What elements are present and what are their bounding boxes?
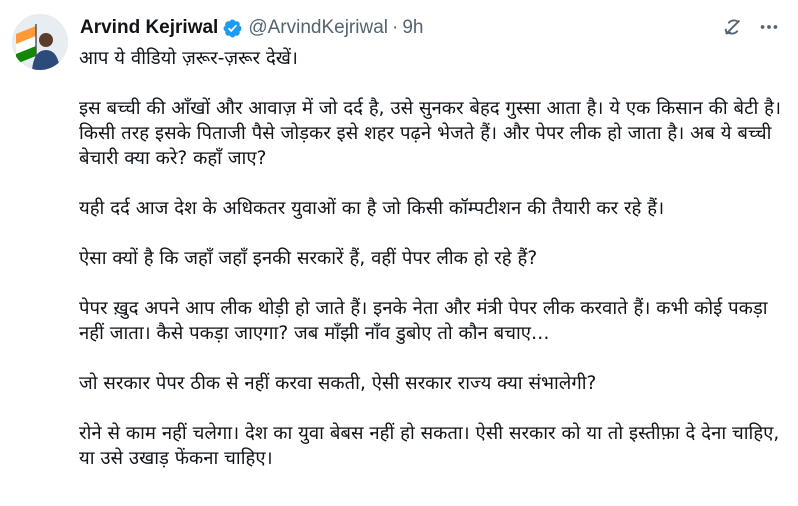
grok-icon[interactable] (722, 16, 744, 38)
tweet-header: Arvind Kejriwal @ArvindKejriwal · 9h (80, 16, 423, 40)
timestamp[interactable]: 9h (402, 17, 423, 39)
tweet-paragraph: पेपर ख़ुद अपने आप लीक थोड़ी हो जाते हैं।… (79, 298, 768, 344)
avatar[interactable] (12, 14, 68, 70)
tweet-text: आप ये वीडियो ज़रूर-ज़रूर देखें। इस बच्ची… (79, 46, 785, 496)
display-name[interactable]: Arvind Kejriwal (80, 17, 218, 39)
separator-dot: · (392, 17, 399, 38)
tweet-actions (722, 16, 780, 38)
tweet-paragraph: आप ये वीडियो ज़रूर-ज़रूर देखें। (79, 48, 298, 69)
more-options-icon[interactable] (758, 16, 780, 38)
tweet-paragraph: ऐसा क्यों है कि जहाँ जहाँ इनकी सरकारें ह… (79, 248, 538, 269)
tweet-paragraph: यही दर्द आज देश के अधिकतर युवाओं का है ज… (79, 198, 665, 219)
tweet: Arvind Kejriwal @ArvindKejriwal · 9h आप … (0, 0, 798, 506)
avatar-image (12, 14, 68, 70)
tweet-paragraph: रोने से काम नहीं चलेगा। देश का युवा बेबस… (79, 423, 780, 469)
tweet-paragraph: जो सरकार पेपर ठीक से नहीं करवा सकती, ऐसी… (79, 373, 597, 394)
handle[interactable]: @ArvindKejriwal (248, 17, 388, 39)
verified-badge-icon[interactable] (222, 18, 243, 39)
tweet-paragraph: इस बच्ची की आँखों और आवाज़ में जो दर्द ह… (79, 98, 781, 169)
